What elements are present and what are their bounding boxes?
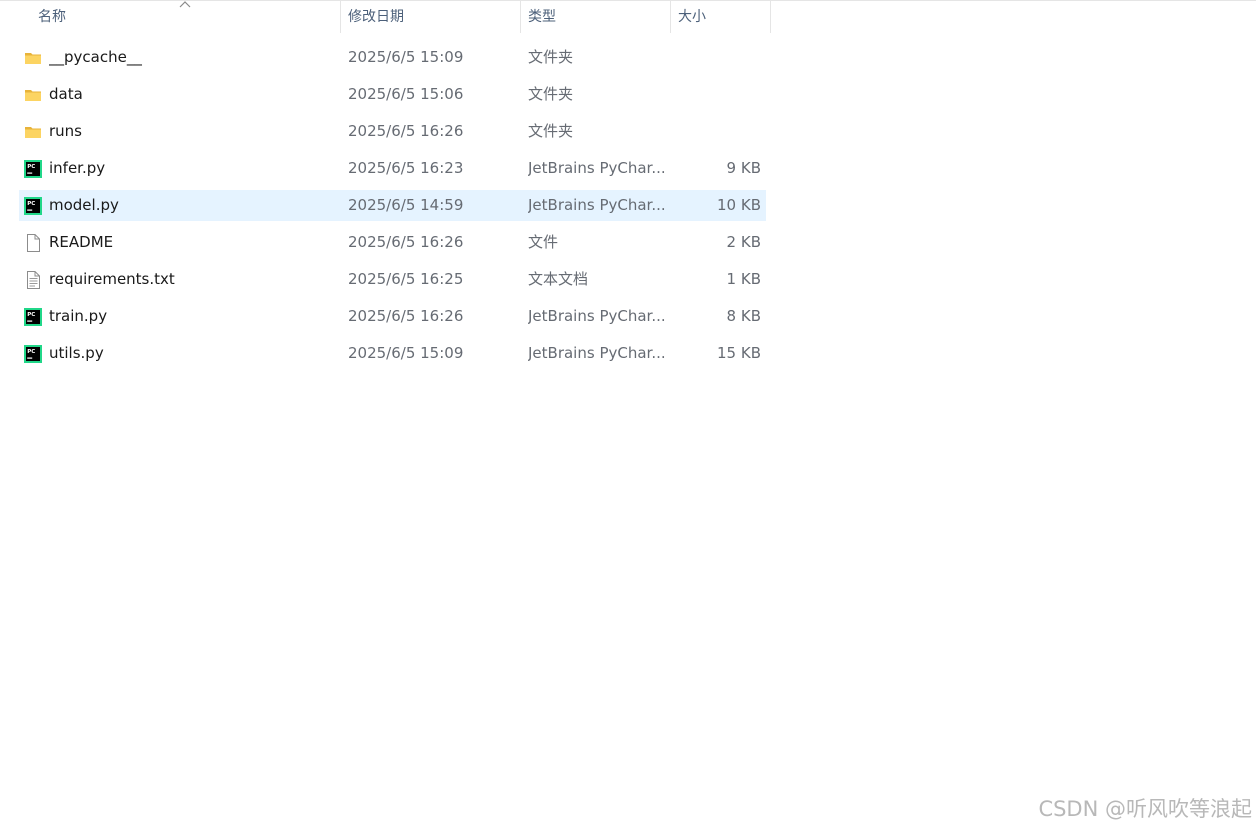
file-modified-date: 2025/6/5 15:09 — [348, 48, 464, 66]
svg-text:PC: PC — [27, 349, 35, 355]
column-divider[interactable] — [770, 1, 771, 33]
column-header-bar: 名称 修改日期 类型 大小 — [0, 0, 771, 34]
file-name: utils.py — [49, 344, 104, 362]
file-row[interactable]: PC utils.py 2025/6/5 15:09 JetBrains PyChar… — [19, 338, 766, 369]
file-type: JetBrains PyChar... — [528, 196, 666, 214]
blank-file-icon — [24, 234, 42, 252]
file-row[interactable]: runs 2025/6/5 16:26 文件夹 — [19, 116, 766, 147]
svg-text:PC: PC — [27, 312, 35, 318]
column-divider[interactable] — [340, 1, 341, 33]
pycharm-file-icon: PC — [24, 197, 42, 215]
file-name: runs — [49, 122, 82, 140]
file-name: model.py — [49, 196, 119, 214]
file-modified-date: 2025/6/5 15:06 — [348, 85, 464, 103]
file-type: 文件夹 — [528, 85, 574, 103]
file-type: 文本文档 — [528, 270, 589, 288]
file-name: train.py — [49, 307, 108, 325]
file-explorer-window: 名称 修改日期 类型 大小 __pycache__ 2025/6/5 15:09 文… — [0, 0, 1256, 829]
file-size: 1 KB — [726, 270, 761, 288]
file-size — [675, 116, 761, 147]
folder-icon — [24, 49, 42, 67]
watermark: CSDN @听风吹等浪起 — [1038, 797, 1252, 821]
svg-text:PC: PC — [27, 201, 35, 207]
file-modified-date: 2025/6/5 16:26 — [348, 122, 464, 140]
file-row[interactable]: data 2025/6/5 15:06 文件夹 — [19, 79, 766, 110]
file-row[interactable]: __pycache__ 2025/6/5 15:09 文件夹 — [19, 42, 766, 73]
file-type: JetBrains PyChar... — [528, 344, 666, 362]
file-row[interactable]: README 2025/6/5 16:26 文件 2 KB — [19, 227, 766, 258]
file-name: requirements.txt — [49, 270, 175, 288]
column-header-size-label: 大小 — [678, 9, 706, 25]
folder-icon — [24, 123, 42, 141]
file-size — [675, 79, 761, 110]
folder-icon — [24, 86, 42, 104]
file-modified-date: 2025/6/5 16:26 — [348, 233, 464, 251]
file-size: 9 KB — [726, 159, 761, 177]
file-modified-date: 2025/6/5 16:26 — [348, 307, 464, 325]
file-type: 文件 — [528, 233, 559, 251]
file-type: JetBrains PyChar... — [528, 159, 666, 177]
pycharm-file-icon: PC — [24, 308, 42, 326]
column-header-type-label: 类型 — [528, 9, 556, 25]
pycharm-file-icon: PC — [24, 345, 42, 363]
file-row[interactable]: PC model.py 2025/6/5 14:59 JetBrains PyChar… — [19, 190, 766, 221]
column-divider[interactable] — [670, 1, 671, 33]
pycharm-file-icon: PC — [24, 160, 42, 178]
file-row[interactable]: requirements.txt 2025/6/5 16:25 文本文档 1 KB — [19, 264, 766, 295]
file-name: data — [49, 85, 83, 103]
file-name: README — [49, 233, 114, 251]
file-modified-date: 2025/6/5 16:23 — [348, 159, 464, 177]
column-header-type[interactable]: 类型 — [528, 1, 668, 34]
text-file-icon — [24, 271, 42, 289]
file-modified-date: 2025/6/5 14:59 — [348, 196, 464, 214]
column-header-name-label: 名称 — [38, 9, 66, 25]
column-divider[interactable] — [520, 1, 521, 33]
file-name: infer.py — [49, 159, 106, 177]
file-modified-date: 2025/6/5 15:09 — [348, 344, 464, 362]
file-type: 文件夹 — [528, 122, 574, 140]
column-header-date[interactable]: 修改日期 — [348, 1, 518, 34]
file-size: 2 KB — [726, 233, 761, 251]
file-size: 8 KB — [726, 307, 761, 325]
column-header-size[interactable]: 大小 — [678, 1, 768, 34]
file-type: 文件夹 — [528, 48, 574, 66]
file-size: 10 KB — [717, 196, 761, 214]
svg-text:PC: PC — [27, 164, 35, 170]
column-header-name[interactable]: 名称 — [38, 1, 338, 34]
file-size — [675, 42, 761, 73]
file-name: __pycache__ — [49, 48, 142, 66]
file-type: JetBrains PyChar... — [528, 307, 666, 325]
file-modified-date: 2025/6/5 16:25 — [348, 270, 464, 288]
file-row[interactable]: PC infer.py 2025/6/5 16:23 JetBrains PyChar… — [19, 153, 766, 184]
file-size: 15 KB — [717, 344, 761, 362]
file-row[interactable]: PC train.py 2025/6/5 16:26 JetBrains PyChar… — [19, 301, 766, 332]
column-header-date-label: 修改日期 — [348, 9, 404, 25]
